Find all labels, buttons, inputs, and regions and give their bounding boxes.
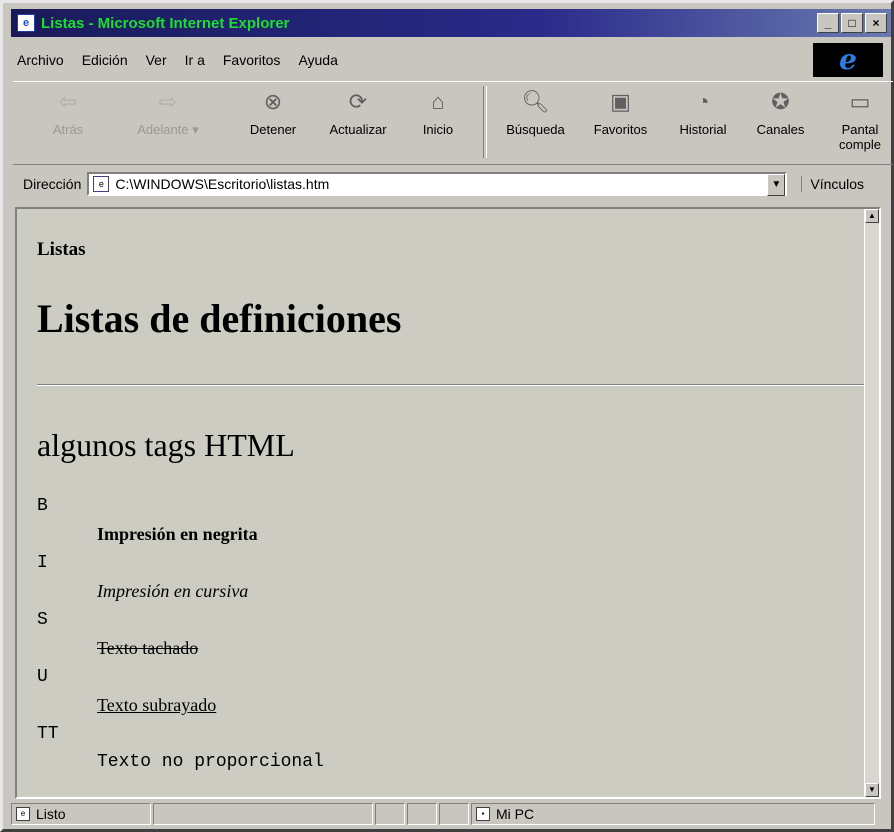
ie-page-icon: e [17,14,35,32]
definition-desc: Impresión en cursiva [97,581,249,601]
page-status-icon: e [16,807,30,821]
browser-window: e Listas - Microsoft Internet Explorer _… [0,0,894,832]
menu-edicion[interactable]: Edición [82,52,128,68]
menu-ayuda[interactable]: Ayuda [298,52,337,68]
history-label: Historial [679,122,727,137]
definition-term: S [37,610,48,630]
refresh-button[interactable]: ⟳ Actualizar [318,88,398,137]
home-label: Inicio [422,122,454,137]
fullscreen-label-line1: Pantal [841,122,879,137]
close-button[interactable]: × [865,13,887,33]
favorites-folder-icon: ▣ [610,89,631,114]
stop-label: Detener [249,122,297,137]
title-bar[interactable]: e Listas - Microsoft Internet Explorer _… [11,9,891,37]
forward-button[interactable]: ⇨ Adelante ▾ [113,88,223,138]
fullscreen-button[interactable]: ▭ Pantal comple [835,88,885,152]
page-icon: e [93,176,110,192]
channels-icon: ✪ [771,89,790,114]
fullscreen-label-line2: comple [839,137,881,152]
status-bar: e Listo ▪ Mi PC [11,803,891,829]
definition-desc: Texto no proporcional [97,752,324,772]
scroll-down-arrow-icon[interactable]: ▼ [865,783,879,797]
refresh-icon: ⟳ [348,89,368,114]
status-text: Listo [36,806,66,822]
maximize-button[interactable]: □ [841,13,863,33]
menu-bar: Archivo Edición Ver Ir a Favoritos Ayuda [17,47,817,73]
definition-desc: Texto subrayado [97,695,217,715]
address-value: C:\WINDOWS\Escritorio\listas.htm [115,176,330,192]
home-icon: ⌂ [431,89,445,114]
page-heading-main: Listas de definiciones [37,296,402,341]
minimize-button[interactable]: _ [817,13,839,33]
history-icon: ◔ [696,89,710,114]
search-label: Búsqueda [506,122,565,137]
forward-label: Adelante [137,122,189,137]
stop-button[interactable]: ⊗ Detener [243,88,303,137]
search-icon: 🔍︎ [521,89,550,114]
definition-term: B [37,496,48,516]
search-button[interactable]: 🔍︎ Búsqueda [498,88,573,137]
status-cell [375,803,405,825]
status-zone: Mi PC [496,806,535,822]
stop-icon: ⊗ [263,89,283,114]
refresh-label: Actualizar [329,122,387,137]
fullscreen-icon: ▭ [849,89,871,114]
definition-desc: Impresión en negrita [97,524,258,544]
definition-term: U [37,667,48,687]
channels-button[interactable]: ✪ Canales [748,88,813,137]
horizontal-rule [37,384,873,386]
ie-logo-icon: e [813,43,883,77]
address-label: Dirección [23,176,82,192]
address-dropdown-button[interactable]: ▼ [767,174,786,196]
menu-ver[interactable]: Ver [146,52,167,68]
menu-archivo[interactable]: Archivo [17,52,64,68]
links-button[interactable]: Vínculos [801,176,864,192]
menu-ir-a[interactable]: Ir a [185,52,205,68]
home-button[interactable]: ⌂ Inicio [413,88,463,137]
window-title: Listas - Microsoft Internet Explorer [41,14,290,32]
menu-favoritos[interactable]: Favoritos [223,52,281,68]
channels-label: Canales [756,122,805,137]
definition-list: B Impresión en negrita I Impresión en cu… [37,491,324,776]
scroll-up-arrow-icon[interactable]: ▲ [865,209,879,223]
definition-desc: Texto tachado [97,638,199,658]
status-progress-cell [153,803,373,825]
definition-term: TT [37,724,59,744]
history-button[interactable]: ◔ Historial [668,88,738,137]
window-controls: _ □ × [817,13,887,33]
favorites-label: Favoritos [593,122,648,137]
favorites-button[interactable]: ▣ Favoritos [583,88,658,137]
address-bar: Dirección e C:\WINDOWS\Escritorio\listas… [13,169,893,199]
forward-arrow-icon: ⇨ [158,89,178,114]
status-cell [439,803,469,825]
my-computer-icon: ▪ [476,807,490,821]
status-text-cell: e Listo [11,803,151,825]
section-heading: algunos tags HTML [37,427,295,463]
toolbar-separator [483,86,487,158]
status-zone-cell: ▪ Mi PC [471,803,875,825]
back-button[interactable]: ⇦ Atrás [43,88,93,137]
page-content: Listas Listas de definiciones algunos ta… [15,207,881,799]
definition-term: I [37,553,48,573]
standard-toolbar: ⇦ Atrás ⇨ Adelante ▾ ⊗ Detener ⟳ Actuali… [13,81,893,165]
back-label: Atrás [52,122,84,137]
vertical-scrollbar[interactable]: ▲ ▼ [864,209,879,797]
back-arrow-icon: ⇦ [58,89,78,114]
status-cell [407,803,437,825]
page-heading-small: Listas [37,239,86,260]
address-input[interactable]: e C:\WINDOWS\Escritorio\listas.htm ▼ [87,172,788,196]
